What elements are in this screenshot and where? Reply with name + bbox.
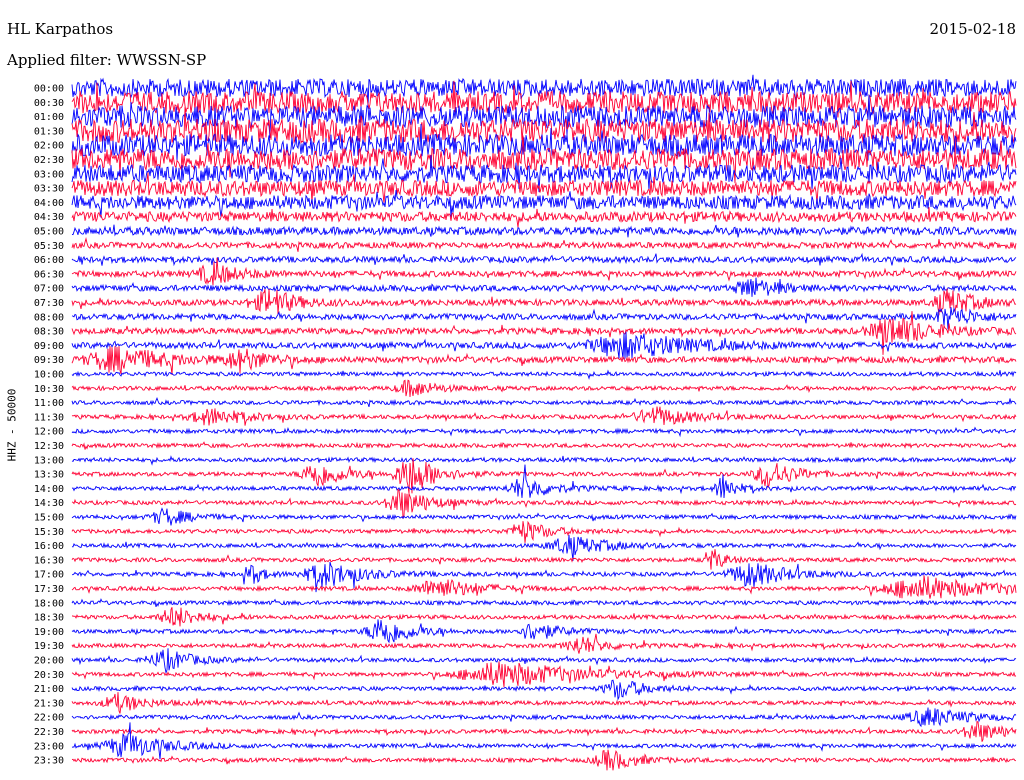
tick-label-1300: 13:00 [34, 455, 64, 466]
tick-label-2230: 22:30 [34, 727, 64, 738]
trace-1200 [71, 426, 1017, 438]
trace-2000 [71, 648, 1017, 675]
trace-0530 [71, 237, 1017, 252]
tick-label-0400: 04:00 [34, 198, 64, 209]
tick-label-0030: 00:30 [34, 98, 64, 109]
trace-0930 [71, 346, 1017, 375]
trace-group [71, 74, 1017, 771]
tick-label-1930: 19:30 [34, 641, 64, 652]
tick-label-1700: 17:00 [34, 570, 64, 581]
trace-1400 [71, 464, 1017, 499]
trace-1030 [71, 379, 1017, 398]
tick-label-1100: 11:00 [34, 398, 64, 409]
trace-2030 [71, 661, 1017, 688]
trace-1330 [71, 458, 1017, 494]
tick-label-0830: 08:30 [34, 327, 64, 338]
trace-0430 [71, 207, 1017, 228]
tick-label-0800: 08:00 [34, 312, 64, 323]
trace-1500 [71, 507, 1017, 526]
tick-label-0530: 05:30 [34, 241, 64, 252]
trace-1300 [71, 455, 1017, 466]
tick-label-1600: 16:00 [34, 541, 64, 552]
tick-label-0430: 04:30 [34, 212, 64, 223]
trace-1130 [71, 406, 1017, 426]
trace-1600 [71, 534, 1017, 561]
tick-label-0900: 09:00 [34, 341, 64, 352]
tick-label-0700: 07:00 [34, 284, 64, 295]
tick-label-2100: 21:00 [34, 684, 64, 695]
tick-label-1630: 16:30 [34, 555, 64, 566]
tick-label-0630: 06:30 [34, 269, 64, 280]
trace-1630 [71, 549, 1017, 570]
trace-2300 [71, 722, 1017, 760]
tick-label-1730: 17:30 [34, 584, 64, 595]
tick-label-group: 00:00 00:30 01:00 01:30 02:00 02:30 03:00 03:30… [34, 84, 64, 767]
trace-1530 [71, 520, 1017, 543]
tick-label-0000: 00:00 [34, 84, 64, 95]
tick-label-0100: 01:00 [34, 112, 64, 123]
tick-label-2130: 21:30 [34, 698, 64, 709]
tick-label-0730: 07:30 [34, 298, 64, 309]
trace-0730 [71, 288, 1017, 316]
trace-2330 [71, 749, 1017, 771]
tick-label-0230: 02:30 [34, 155, 64, 166]
tick-label-0600: 06:00 [34, 255, 64, 266]
tick-label-0330: 03:30 [34, 184, 64, 195]
trace-1930 [71, 633, 1017, 654]
tick-label-2300: 23:00 [34, 741, 64, 752]
trace-1100 [71, 396, 1017, 408]
trace-0500 [71, 224, 1017, 238]
tick-label-2200: 22:00 [34, 713, 64, 724]
tick-label-1130: 11:30 [34, 412, 64, 423]
tick-label-0300: 03:00 [34, 169, 64, 180]
tick-label-1230: 12:30 [34, 441, 64, 452]
tick-label-1330: 13:30 [34, 470, 64, 481]
tick-label-1030: 10:30 [34, 384, 64, 395]
trace-2100 [71, 679, 1017, 701]
tick-label-0500: 05:00 [34, 227, 64, 238]
tick-label-1500: 15:00 [34, 513, 64, 524]
tick-label-2330: 23:30 [34, 756, 64, 767]
tick-label-1430: 14:30 [34, 498, 64, 509]
trace-2230 [71, 720, 1017, 742]
tick-label-0930: 09:30 [34, 355, 64, 366]
tick-label-2030: 20:30 [34, 670, 64, 681]
tick-label-1200: 12:00 [34, 427, 64, 438]
tick-label-2000: 20:00 [34, 656, 64, 667]
trace-2200 [71, 707, 1017, 728]
helicorder-plot: 00:00 00:30 01:00 01:30 02:00 02:30 03:00 03:30… [34, 74, 1017, 771]
tick-label-1000: 10:00 [34, 370, 64, 381]
tick-label-1800: 18:00 [34, 598, 64, 609]
trace-1230 [71, 441, 1017, 450]
trace-1730 [71, 575, 1017, 599]
trace-1800 [71, 598, 1017, 608]
tick-label-1530: 15:30 [34, 527, 64, 538]
trace-0900 [71, 331, 1017, 360]
tick-label-0130: 01:30 [34, 126, 64, 137]
tick-label-1900: 19:00 [34, 627, 64, 638]
trace-1000 [71, 369, 1017, 380]
tick-label-1830: 18:30 [34, 613, 64, 624]
trace-1830 [72, 607, 1017, 627]
tick-label-1400: 14:00 [34, 484, 64, 495]
trace-2130 [71, 692, 1017, 714]
trace-1900 [71, 619, 1017, 644]
tick-label-0200: 02:00 [34, 141, 64, 152]
